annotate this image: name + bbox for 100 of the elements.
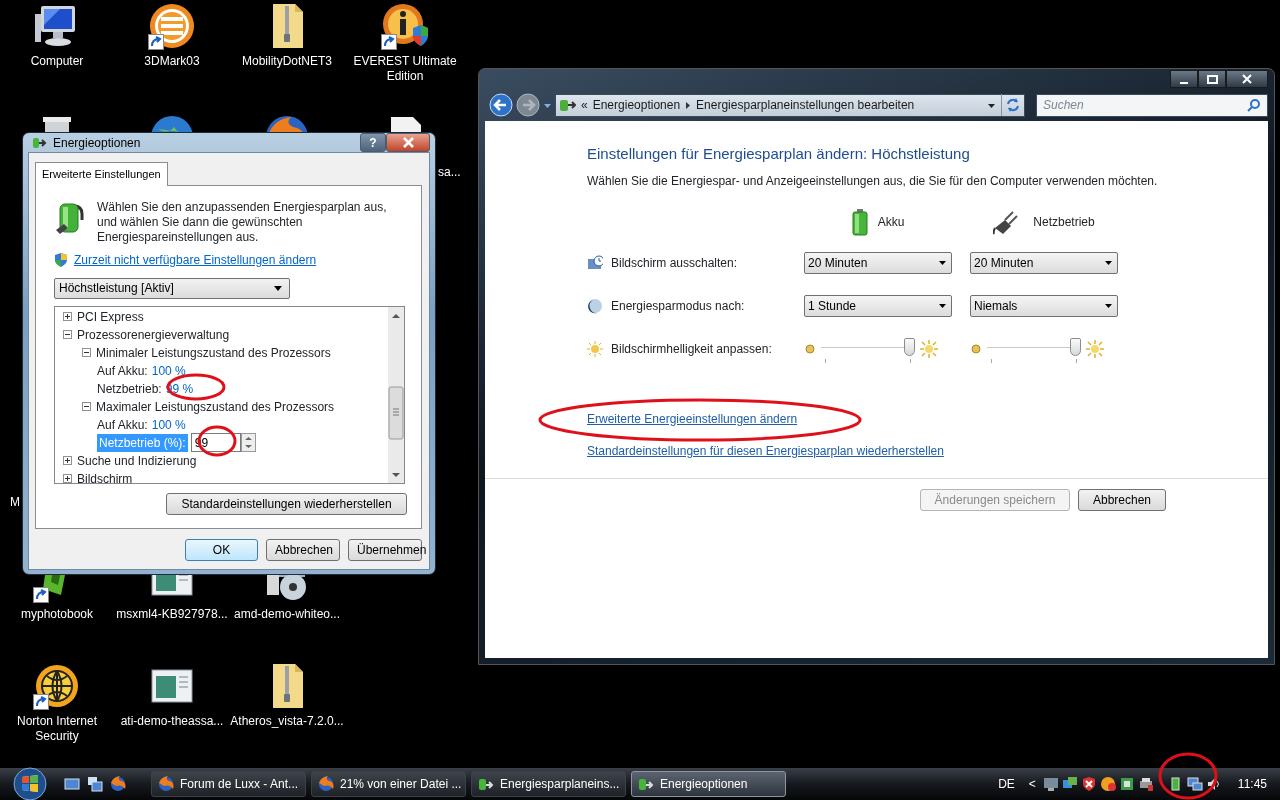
dropdown[interactable]: 20 Minuten: [970, 252, 1118, 274]
bright-sun-icon: [920, 340, 938, 358]
icon-label[interactable]: Atheros_vista-7.2.0...: [230, 714, 344, 729]
help-button[interactable]: ?: [360, 133, 386, 152]
icon-label[interactable]: ati-demo-theassa...: [120, 714, 224, 729]
caret-icon: [938, 260, 947, 266]
ring-logo-icon[interactable]: [148, 2, 196, 50]
sun-icon: [587, 341, 603, 357]
search-field[interactable]: Suchen: [1036, 93, 1268, 117]
taskbar-button[interactable]: Energieoptionen: [631, 771, 786, 797]
scrollbar[interactable]: [388, 306, 404, 483]
icon-label[interactable]: Computer: [30, 54, 84, 69]
close-icon: [1242, 74, 1252, 84]
collapse-icon[interactable]: [82, 402, 91, 411]
firefox-icon[interactable]: [110, 776, 126, 792]
collapse-icon[interactable]: [63, 330, 72, 339]
taskbar-button[interactable]: 21% von einer Datei ...: [311, 771, 466, 797]
battery-plug-icon: [478, 776, 494, 792]
firefox-icon: [158, 776, 174, 792]
setting-label[interactable]: Auf Akku:: [97, 361, 148, 380]
moon-icon: [587, 298, 603, 314]
dropdown[interactable]: Höchstleistung [Aktiv]: [54, 277, 290, 299]
tree-item[interactable]: Prozessorenergieverwaltung: [77, 325, 230, 344]
icon-label[interactable]: EVEREST Ultimate Edition: [348, 54, 462, 84]
firefox-icon: [318, 776, 334, 792]
caret-icon: [938, 303, 947, 309]
collapse-icon[interactable]: [82, 348, 91, 357]
slider-thumb[interactable]: [904, 338, 915, 356]
refresh-icon: [1004, 96, 1022, 114]
annotation-ellipse: [197, 425, 237, 457]
page-heading: Einstellungen für Energiesparplan ändern: Höchstleistung: [587, 144, 971, 164]
expand-icon[interactable]: [63, 474, 72, 483]
button[interactable]: Abbrechen: [266, 538, 340, 561]
icon-label[interactable]: sa...: [438, 163, 461, 181]
setting-label: Bildschirmhelligkeit anpassen:: [611, 341, 772, 358]
taskbar-button[interactable]: Energiesparplaneins...: [471, 771, 626, 797]
breadcrumb[interactable]: Energiesparplaneinstellungen bearbeiten: [696, 96, 915, 114]
button[interactable]: Abbrechen: [1078, 488, 1166, 511]
monitor-icon[interactable]: [1042, 776, 1059, 792]
tab[interactable]: Erweiterte Einstellungen: [35, 162, 168, 186]
icon-label[interactable]: MobilityDotNET3: [242, 54, 332, 69]
printer-icon[interactable]: [1137, 776, 1154, 792]
slider-thumb[interactable]: [1070, 338, 1081, 356]
setting-label[interactable]: Netzbetrieb:: [97, 379, 162, 398]
setting-label[interactable]: Auf Akku:: [97, 415, 148, 434]
expand-icon[interactable]: [63, 456, 72, 465]
icon-label[interactable]: amd-demo-whiteo...: [233, 607, 340, 622]
spinner-arrows[interactable]: [240, 433, 256, 452]
minimize-button[interactable]: [1170, 70, 1198, 88]
icon-label[interactable]: Norton Internet Security: [0, 714, 114, 744]
dropdown[interactable]: 1 Stunde: [804, 295, 952, 317]
breadcrumb-separator[interactable]: «: [581, 96, 588, 114]
icon-label[interactable]: myphotobook: [20, 607, 93, 622]
setting-value[interactable]: 100 %: [151, 415, 186, 434]
tree-item[interactable]: Bildschirm: [77, 469, 133, 483]
windows-icon[interactable]: [87, 776, 103, 792]
button[interactable]: OK: [185, 538, 258, 561]
monitor-clock-icon: [587, 255, 603, 271]
button[interactable]: Standardeinstellungen wiederherstellen: [166, 492, 407, 515]
icon-label[interactable]: M: [10, 493, 20, 511]
icon-label[interactable]: msxml4-KB927978...: [116, 607, 228, 622]
language-indicator[interactable]: DE: [998, 775, 1015, 793]
tree-item[interactable]: Minimaler Leistungszustand des Prozessors: [96, 343, 331, 362]
tree-item[interactable]: Maximaler Leistungszustand des Prozessors: [96, 397, 335, 416]
dropdown[interactable]: 20 Minuten: [804, 252, 952, 274]
device-icon[interactable]: [1118, 776, 1135, 792]
column-header: Akku: [877, 213, 905, 231]
tree-item[interactable]: Suche und Indizierung: [77, 451, 197, 470]
start-button[interactable]: [13, 767, 47, 800]
link[interactable]: Standardeinstellungen für diesen Energiesparplan wiederherstellen: [587, 441, 944, 460]
tree-item[interactable]: PCI Express: [77, 307, 144, 326]
breadcrumb[interactable]: Energieoptionen: [592, 96, 681, 114]
setting-label: Energiesparmodus nach:: [611, 298, 745, 315]
close-button[interactable]: [1226, 70, 1268, 88]
bright-sun-icon: [1086, 340, 1104, 358]
network-icon[interactable]: [1186, 776, 1203, 792]
dim-sun-icon: [804, 343, 816, 355]
link[interactable]: Zurzeit nicht verfügbare Einstellungen ändern: [74, 250, 317, 269]
minimize-icon: [1180, 81, 1188, 84]
caret-icon: [1104, 260, 1113, 266]
close-button[interactable]: [386, 133, 430, 152]
maximize-button[interactable]: [1198, 70, 1226, 88]
address-bar[interactable]: « Energieoptionen Energiesparplaneinstellungen bearbeiten: [555, 93, 1025, 117]
shield-icon[interactable]: [1080, 776, 1097, 792]
taskbar-button[interactable]: Forum de Luxx - Ant...: [151, 771, 306, 797]
clock[interactable]: 11:45: [1237, 775, 1267, 793]
tray-expand-button[interactable]: <: [1028, 775, 1036, 793]
globe-icon[interactable]: [33, 662, 81, 710]
desktop-icon[interactable]: [64, 776, 80, 792]
setting-value[interactable]: 100 %: [151, 361, 186, 380]
maximize-icon: [1206, 74, 1218, 84]
dim-sun-icon: [970, 343, 982, 355]
link[interactable]: Erweiterte Energieeinstellungen ändern: [587, 409, 798, 428]
battery-plug-icon: [638, 776, 654, 792]
back-button[interactable]: [489, 93, 513, 117]
breadcrumb-arrow-icon[interactable]: [685, 100, 692, 110]
forward-button[interactable]: [516, 93, 540, 117]
icon-label[interactable]: 3DMark03: [144, 54, 200, 69]
dropdown[interactable]: Niemals: [970, 295, 1118, 317]
expand-icon[interactable]: [63, 312, 72, 321]
